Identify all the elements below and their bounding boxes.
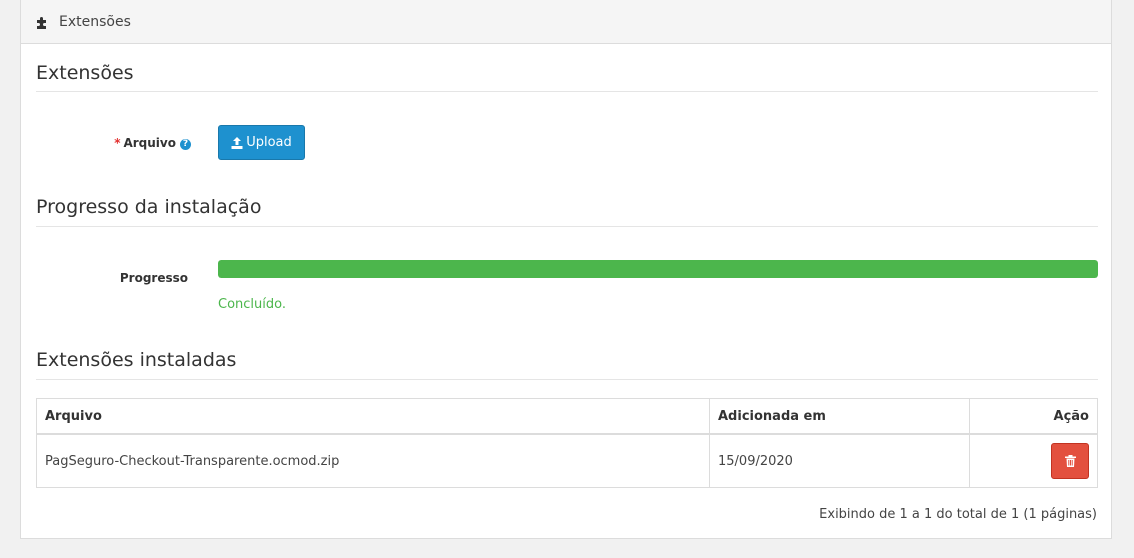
file-label-text: Arquivo <box>123 136 176 150</box>
installed-section-title: Extensões instaladas <box>36 349 237 371</box>
progress-bar <box>218 260 1098 278</box>
file-label: * Arquivo? <box>81 136 191 150</box>
table-header-row: Arquivo Adicionada em Ação <box>36 398 1098 435</box>
panel-heading: Extensões <box>21 0 1111 44</box>
panel-title: Extensões <box>59 13 131 30</box>
divider <box>36 91 1098 92</box>
upload-button[interactable]: Upload <box>218 125 305 160</box>
progress-section-title: Progresso da instalação <box>36 196 262 218</box>
upload-button-label: Upload <box>246 135 292 150</box>
help-icon[interactable]: ? <box>180 139 191 150</box>
progress-bar-fill <box>218 260 1098 278</box>
column-header-action: Ação <box>969 398 1098 435</box>
cell-action <box>969 433 1098 488</box>
cell-added: 15/09/2020 <box>709 433 970 488</box>
upload-icon <box>231 136 243 149</box>
divider <box>36 226 1098 227</box>
progress-status: Concluído. <box>218 297 286 312</box>
column-header-added[interactable]: Adicionada em <box>709 398 970 435</box>
table-row: PagSeguro-Checkout-Transparente.ocmod.zi… <box>36 433 1098 488</box>
pagination-summary: Exibindo de 1 a 1 do total de 1 (1 págin… <box>819 507 1097 522</box>
puzzle-icon <box>37 16 46 29</box>
upload-section-title: Extensões <box>36 62 134 84</box>
required-mark: * <box>114 136 121 150</box>
progress-label: Progresso <box>119 271 188 285</box>
installed-extensions-table: Arquivo Adicionada em Ação PagSeguro-Che… <box>36 398 1098 488</box>
divider <box>36 379 1098 380</box>
trash-icon <box>1064 455 1076 467</box>
cell-file: PagSeguro-Checkout-Transparente.ocmod.zi… <box>36 433 710 488</box>
extensions-panel: Extensões Extensões * Arquivo? Upload Pro… <box>20 0 1112 539</box>
column-header-file[interactable]: Arquivo <box>36 398 710 435</box>
delete-button[interactable] <box>1051 443 1089 479</box>
